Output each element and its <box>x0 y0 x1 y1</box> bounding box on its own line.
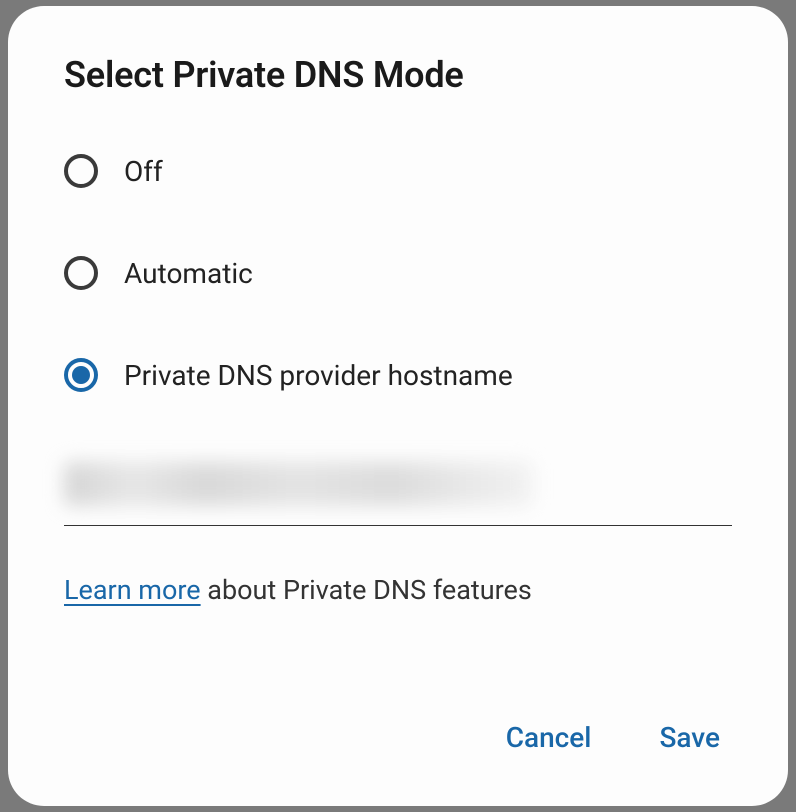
radio-icon <box>64 154 98 188</box>
dns-mode-radio-group: Off Automatic Private DNS provider hostn… <box>64 154 732 392</box>
radio-label-automatic: Automatic <box>124 257 253 290</box>
radio-option-off[interactable]: Off <box>64 154 732 188</box>
dialog-button-row: Cancel Save <box>64 713 732 766</box>
cancel-button[interactable]: Cancel <box>502 713 596 762</box>
radio-option-automatic[interactable]: Automatic <box>64 256 732 290</box>
dialog-title: Select Private DNS Mode <box>64 54 732 96</box>
private-dns-dialog: Select Private DNS Mode Off Automatic Pr… <box>8 6 788 806</box>
learn-more-link[interactable]: Learn more <box>64 574 201 606</box>
info-suffix-text: about Private DNS features <box>201 574 532 606</box>
radio-label-provider-hostname: Private DNS provider hostname <box>124 359 513 392</box>
radio-option-provider-hostname[interactable]: Private DNS provider hostname <box>64 358 732 392</box>
radio-label-off: Off <box>124 155 163 188</box>
save-button[interactable]: Save <box>655 713 724 762</box>
radio-icon-selected <box>64 358 98 392</box>
radio-dot-icon <box>72 366 90 384</box>
info-text: Learn more about Private DNS features <box>64 574 732 606</box>
hostname-input[interactable] <box>64 454 732 525</box>
radio-icon <box>64 256 98 290</box>
hostname-input-wrapper <box>64 454 732 526</box>
